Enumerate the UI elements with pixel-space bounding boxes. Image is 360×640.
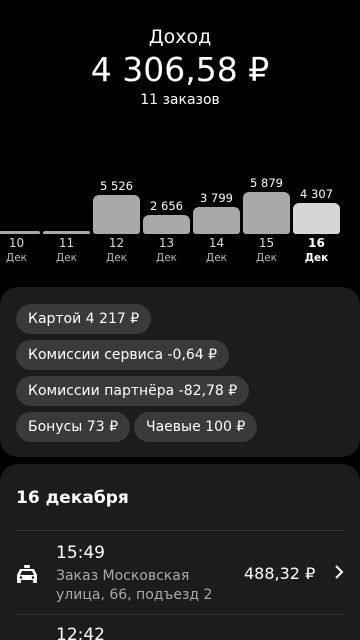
order-description: Заказ Московская улица, 66, подъезд 2 bbox=[56, 568, 213, 603]
chart-month-label: Дек bbox=[255, 252, 277, 264]
chart-bar[interactable] bbox=[43, 231, 90, 234]
chart-month-label: Дек bbox=[105, 252, 127, 264]
chart-day-label: 16 bbox=[308, 236, 325, 250]
service-fee-chip[interactable]: Комиссии сервиса -0,64 ₽ bbox=[16, 340, 230, 370]
income-amount: 4 306,58 ₽ bbox=[90, 50, 270, 89]
summary-section: Доход 4 306,58 ₽ 11 заказов 10 Дек 11 Дек 5 … bbox=[0, 0, 360, 280]
chart-month-label: Дек bbox=[55, 252, 77, 264]
chart-bar-column[interactable]: 5 526 bbox=[93, 179, 140, 234]
chart-value-label: 5 526 bbox=[100, 179, 133, 193]
card-payment-chip[interactable]: Картой 4 217 ₽ bbox=[16, 304, 152, 334]
page-title: Доход bbox=[148, 26, 212, 48]
chart-month-label: Дек bbox=[304, 252, 329, 264]
chart-bar-column[interactable]: 5 879 bbox=[243, 176, 290, 234]
chart-bar[interactable] bbox=[293, 203, 340, 234]
chart-month-label: Дек bbox=[205, 252, 227, 264]
chart-bar-column[interactable]: 3 799 bbox=[193, 191, 240, 234]
chart-month-label: Дек bbox=[155, 252, 177, 264]
chart-bar[interactable] bbox=[93, 195, 140, 234]
chart-bar[interactable] bbox=[0, 231, 40, 234]
chevron-right-icon bbox=[334, 564, 344, 584]
chart-bar[interactable] bbox=[143, 215, 190, 234]
chart-day-label: 13 bbox=[158, 236, 175, 250]
income-bar-chart[interactable]: 10 Дек 11 Дек 5 526 12 Дек 2 656 13 Дек 3 799 14 Дек… bbox=[0, 170, 360, 270]
partner-fee-chip[interactable]: Комиссии партнёра -82,78 ₽ bbox=[16, 376, 250, 406]
chart-value-label: 4 307 bbox=[300, 187, 333, 201]
chart-day-label: 15 bbox=[258, 236, 275, 250]
bonus-chip[interactable]: Бонусы 73 ₽ bbox=[16, 412, 130, 442]
chart-bar-column[interactable] bbox=[43, 231, 90, 234]
orders-count: 11 заказов bbox=[140, 92, 220, 108]
chart-bar[interactable] bbox=[193, 207, 240, 234]
order-time[interactable]: 12:42 bbox=[56, 625, 105, 640]
chart-day-label: 10 bbox=[8, 236, 25, 250]
chart-value-label: 3 799 bbox=[200, 191, 233, 205]
chart-bar-column[interactable] bbox=[0, 231, 40, 234]
chart-value-label: 2 656 bbox=[150, 199, 183, 213]
chart-bar-column[interactable]: 2 656 bbox=[143, 199, 190, 234]
divider bbox=[16, 614, 344, 615]
order-time: 15:49 bbox=[56, 543, 105, 563]
chart-value-label: 5 879 bbox=[250, 176, 283, 190]
chart-day-label: 14 bbox=[208, 236, 225, 250]
chart-month-label: Дек bbox=[5, 252, 27, 264]
chart-bar-column[interactable]: 4 307 bbox=[293, 187, 340, 234]
orders-list-card: 16 декабря 15:49 Заказ Московская улица,… bbox=[0, 464, 360, 640]
chart-bar[interactable] bbox=[243, 192, 290, 234]
chart-day-label: 11 bbox=[58, 236, 75, 250]
chart-day-label: 12 bbox=[108, 236, 125, 250]
divider bbox=[16, 530, 344, 531]
income-breakdown-card: Картой 4 217 ₽ Комиссии сервиса -0,64 ₽ … bbox=[0, 287, 360, 457]
tips-chip[interactable]: Чаевые 100 ₽ bbox=[134, 412, 258, 442]
taxi-icon bbox=[17, 565, 37, 583]
order-amount: 488,32 ₽ bbox=[244, 564, 316, 583]
orders-date-heading: 16 декабря bbox=[16, 488, 129, 508]
